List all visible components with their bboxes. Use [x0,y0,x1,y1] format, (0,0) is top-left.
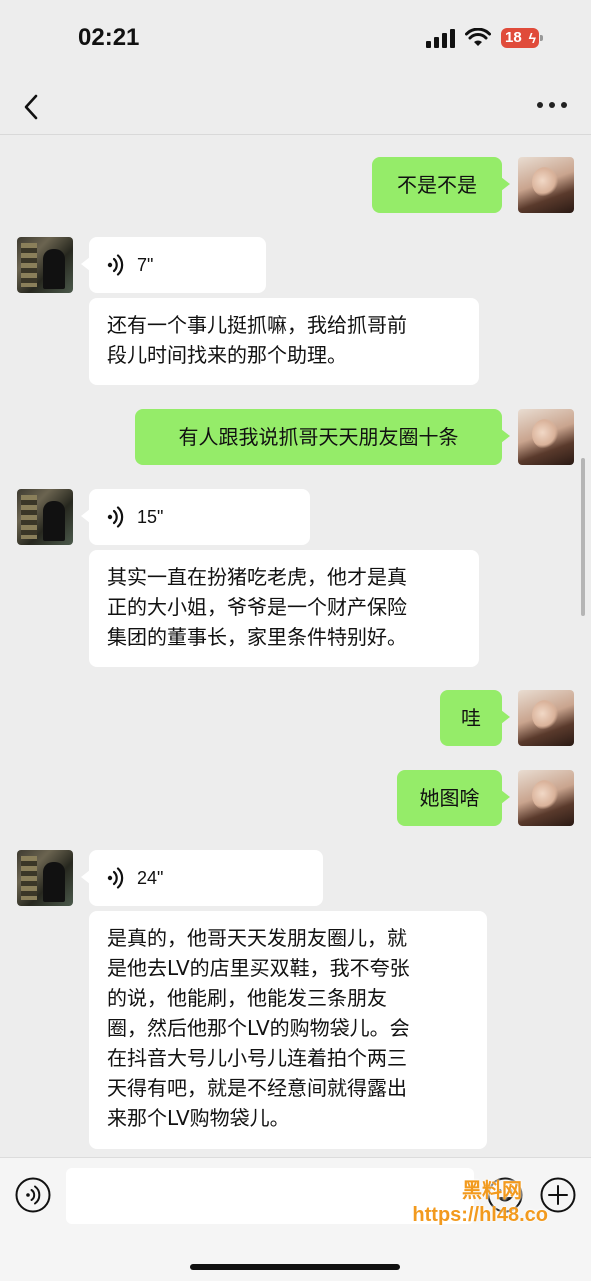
message-text: 哇 [461,706,481,730]
message-line: 圈，然后他那个LV的购物袋儿。会 [107,1016,410,1040]
voice-wave-icon [107,506,124,528]
status-time: 02:21 [78,24,140,51]
my-avatar[interactable] [518,770,574,826]
voice-input-icon[interactable] [15,1177,51,1213]
scrollbar[interactable] [581,458,585,616]
contact-avatar[interactable] [17,850,73,906]
my-avatar[interactable] [518,690,574,746]
chevron-left-icon[interactable] [18,90,42,124]
message-line: 来那个LV购物袋儿。 [107,1106,290,1130]
message-text: 不是不是 [397,173,477,197]
voice-wave-icon [107,867,124,889]
message-line: 其实一直在扮猪吃老虎，他才是真 [107,565,407,589]
my-avatar[interactable] [518,157,574,213]
my-avatar[interactable] [518,409,574,465]
battery-icon: 18 ϟ [501,28,543,48]
contact-avatar[interactable] [17,237,73,293]
outgoing-message[interactable]: 她图啥 [397,770,510,826]
voice-duration: 7" [137,255,154,275]
message-line: 的说，他能刷，他能发三条朋友 [107,986,387,1010]
status-icons: 18 ϟ [426,28,543,48]
wifi-icon [465,28,491,46]
contact-avatar[interactable] [17,489,73,545]
message-text: 她图啥 [419,786,480,810]
message-line: 在抖音大号儿小号儿连着拍个两三 [107,1046,407,1070]
message-line: 是真的，他哥天天发朋友圈儿，就 [107,926,407,950]
outgoing-message[interactable]: 哇 [440,690,510,746]
message-line: 正的大小姐，爷爷是一个财产保险 [107,595,407,619]
incoming-message[interactable]: 还有一个事儿挺抓嘛，我给抓哥前 段儿时间找来的那个助理。 [89,298,479,385]
voice-duration: 24" [137,868,164,888]
message-line: 还有一个事儿挺抓嘛，我给抓哥前 [107,313,407,337]
incoming-message[interactable]: 是真的，他哥天天发朋友圈儿，就 是他去LV的店里买双鞋，我不夸张 的说，他能刷，… [89,911,487,1149]
status-bar: 02:21 18 ϟ [0,0,591,80]
outgoing-message[interactable]: 有人跟我说抓哥天天朋友圈十条 [135,409,510,465]
cellular-signal-icon [426,28,455,48]
ellipsis-icon[interactable] [537,102,567,108]
voice-wave-icon [107,254,124,276]
message-line: 集团的董事长，家里条件特别好。 [107,625,407,649]
voice-message[interactable]: 7" [81,237,266,293]
chat-header [0,80,591,135]
home-indicator[interactable] [190,1264,400,1270]
voice-message[interactable]: 15" [81,489,310,545]
message-line: 是他去LV的店里买双鞋，我不夸张 [107,956,410,980]
voice-duration: 15" [137,507,164,527]
message-text: 有人跟我说抓哥天天朋友圈十条 [178,425,459,449]
voice-message[interactable]: 24" [81,850,323,906]
watermark-title: 黑料网 [462,1180,522,1202]
watermark: 黑料网 https://hl48.co [368,1180,548,1228]
message-line: 天得有吧，就是不经意间就得露出 [107,1076,407,1100]
message-line: 段儿时间找来的那个助理。 [107,343,347,367]
watermark-url: https://hl48.co [412,1204,548,1226]
battery-level: 18 [505,29,522,46]
incoming-message[interactable]: 其实一直在扮猪吃老虎，他才是真 正的大小姐，爷爷是一个财产保险 集团的董事长，家… [89,550,479,667]
outgoing-message[interactable]: 不是不是 [372,157,510,213]
